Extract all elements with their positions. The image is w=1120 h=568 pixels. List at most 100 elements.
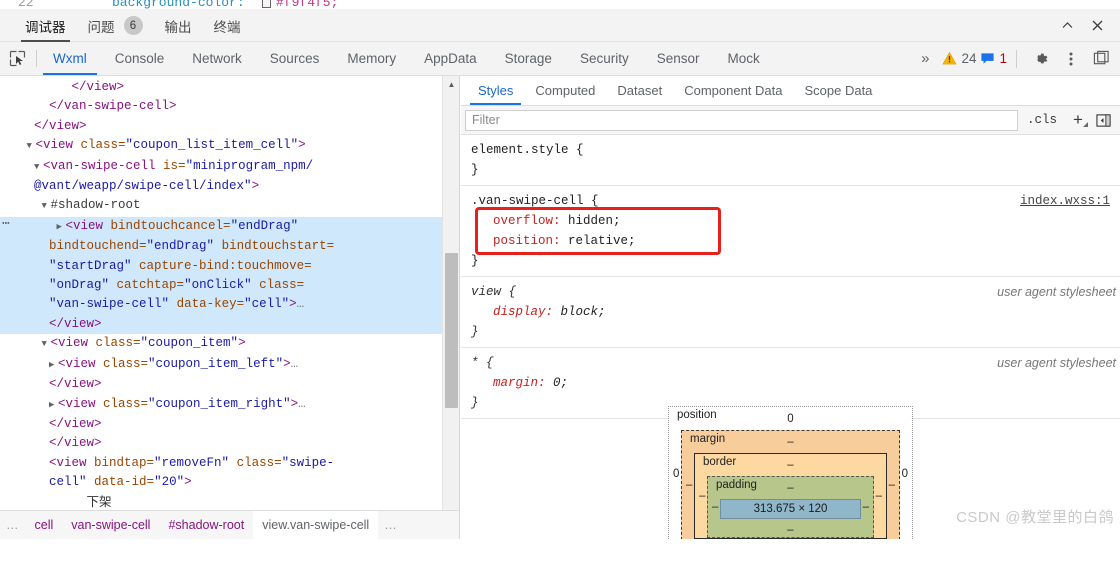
wxml-tree-row[interactable]: cell" data-id="20"> [0,473,443,492]
message-bubble-icon [981,53,995,64]
kebab-menu-icon[interactable] [1056,44,1086,74]
css-property-name[interactable]: overflow: [493,214,568,228]
expand-triangle-icon[interactable] [49,356,58,375]
inspect-cursor-icon[interactable] [0,42,34,75]
tab-mock[interactable]: Mock [714,42,774,75]
css-property-value[interactable]: relative; [568,234,636,248]
panel-tab-bar: 调试器 问题 6 输出 终端 [0,9,1120,42]
wxml-tree-row[interactable]: </view> [0,78,443,97]
css-rule[interactable]: view {user agent stylesheet display: bloc… [461,277,1120,348]
expand-triangle-icon[interactable] [49,396,58,415]
wxml-tree-row[interactable]: bindtouchend="endDrag" bindtouchstart= [0,237,443,257]
styles-filter-row: .cls + [461,106,1120,135]
tree-token-attr: bindtouchstart= [221,239,335,254]
styles-tab-scope-data[interactable]: Scope Data [793,76,883,105]
wxml-tree-row[interactable]: </view> [0,415,443,434]
collapse-triangle-icon[interactable] [27,137,36,156]
wxml-tree-row[interactable]: </van-swipe-cell> [0,97,443,116]
scrollbar-thumb[interactable] [445,253,458,408]
wxml-tree-row[interactable]: <view class="coupon_item_right">… [0,395,443,415]
tree-token-val: "coupon_item" [140,336,239,351]
content-size-box[interactable]: 313.675 × 120 [720,499,861,519]
wxml-tree-row[interactable]: "van-swipe-cell" data-key="cell">… [0,295,443,315]
css-rule-close: } [471,163,479,177]
cls-button[interactable]: .cls [1018,113,1066,127]
dock-panel-icon[interactable] [1086,44,1116,74]
styles-tab-component-data[interactable]: Component Data [673,76,793,105]
collapse-triangle-icon[interactable] [42,335,51,354]
wxml-tree-row[interactable]: <view bindtap="removeFn" class="swipe- [0,454,443,473]
css-declaration[interactable]: overflow: hidden; [471,211,1112,231]
csdn-watermark: CSDN @教堂里的白鸽 [956,509,1114,526]
css-declaration[interactable]: display: block; [471,302,1112,322]
styles-tab-styles[interactable]: Styles [467,76,524,105]
tab-storage[interactable]: Storage [491,42,566,75]
breadcrumb-item[interactable]: cell [26,511,63,539]
wxml-tree-row[interactable]: </view> [0,434,443,453]
wxml-tree-scrollbar[interactable]: ▲ ▼ [442,76,459,539]
panel-tab-1[interactable]: 问题 6 [77,9,154,42]
collapse-triangle-icon[interactable] [34,158,43,177]
editor-css-value: #f9f4f5; [276,0,339,9]
scroll-up-icon[interactable]: ▲ [443,76,459,93]
tab-network[interactable]: Network [178,42,256,75]
tab-memory[interactable]: Memory [333,42,410,75]
panel-tab-2[interactable]: 输出 [154,9,203,42]
wxml-tree-row[interactable]: <view bindtouchcancel="endDrag" [0,214,443,238]
gear-icon[interactable] [1026,44,1056,74]
wxml-tree-row[interactable]: #shadow-root [0,196,443,216]
styles-tab-computed[interactable]: Computed [524,76,606,105]
wxml-tree-row[interactable]: <view class="coupon_item_left">… [0,355,443,375]
tab-sources[interactable]: Sources [256,42,334,75]
sidebar-toggle-icon[interactable] [1090,113,1116,128]
css-declaration[interactable]: margin: 0; [471,373,1112,393]
breadcrumb-item[interactable]: … [378,511,404,539]
css-property-value[interactable]: 0; [553,376,568,390]
tab-sensor[interactable]: Sensor [643,42,714,75]
wxml-tree-scrollarea[interactable]: </view> </van-swipe-cell> </view> <view … [0,76,443,539]
css-rule[interactable]: .van-swipe-cell {index.wxss:1 overflow: h… [461,186,1120,277]
wxml-tree-row[interactable]: <van-swipe-cell is="miniprogram_npm/ [0,157,443,177]
tabs-overflow-button[interactable]: » [908,42,942,75]
css-declaration[interactable]: position: relative; [471,231,1112,251]
css-property-name[interactable]: position: [493,234,568,248]
issue-counters[interactable]: 24 1 [942,51,1007,66]
panel-tab-0[interactable]: 调试器 [14,9,77,42]
breadcrumb-item[interactable]: … [0,511,26,539]
panel-tab-3[interactable]: 终端 [203,9,252,42]
tree-token-tag: <view [58,396,104,411]
css-property-value[interactable]: block; [561,305,606,319]
css-property-name[interactable]: margin: [493,376,553,390]
tab-appdata[interactable]: AppData [410,42,491,75]
breadcrumb-item[interactable]: view.van-swipe-cell [253,511,379,539]
tree-token-val: "endDrag" [146,239,215,254]
breadcrumb-item[interactable]: van-swipe-cell [62,511,159,539]
new-style-rule-button[interactable]: + [1066,110,1090,130]
close-icon[interactable] [1082,13,1112,39]
css-selector[interactable]: element.style { [471,140,1112,160]
wxml-tree-row[interactable]: </view> [0,314,443,335]
wxml-tree-row[interactable]: "onDrag" catchtap="onClick" class= [0,276,443,296]
chevron-up-icon[interactable] [1052,13,1082,39]
wxml-tree-row[interactable]: <view class="coupon_list_item_cell"> [0,136,443,156]
wxml-tree-row[interactable]: </view> [0,117,443,136]
breadcrumb-item[interactable]: #shadow-root [159,511,253,539]
wxml-tree-row[interactable]: "startDrag" capture-bind:touchmove= [0,256,443,277]
tree-token-tag: </view> [49,416,102,431]
wxml-tree-row[interactable]: </view> [0,375,443,394]
css-property-name[interactable]: display: [493,305,561,319]
stylesheet-source-link[interactable]: index.wxss:1 [1020,191,1110,211]
css-selector[interactable]: .van-swipe-cell { [471,191,1112,211]
expand-triangle-icon[interactable] [57,218,66,237]
wxml-tree-row[interactable]: <view class="coupon_item"> [0,334,443,354]
wxml-tree-row[interactable]: @vant/weapp/swipe-cell/index"> [0,177,443,196]
tab-console[interactable]: Console [101,42,179,75]
filter-input[interactable] [465,109,1018,131]
css-property-value[interactable]: hidden; [568,214,621,228]
css-rule[interactable]: element.style {} [461,135,1120,186]
tab-wxml[interactable]: Wxml [39,42,101,75]
tab-security[interactable]: Security [566,42,643,75]
collapse-triangle-icon[interactable] [42,197,51,216]
styles-tab-dataset[interactable]: Dataset [606,76,673,105]
